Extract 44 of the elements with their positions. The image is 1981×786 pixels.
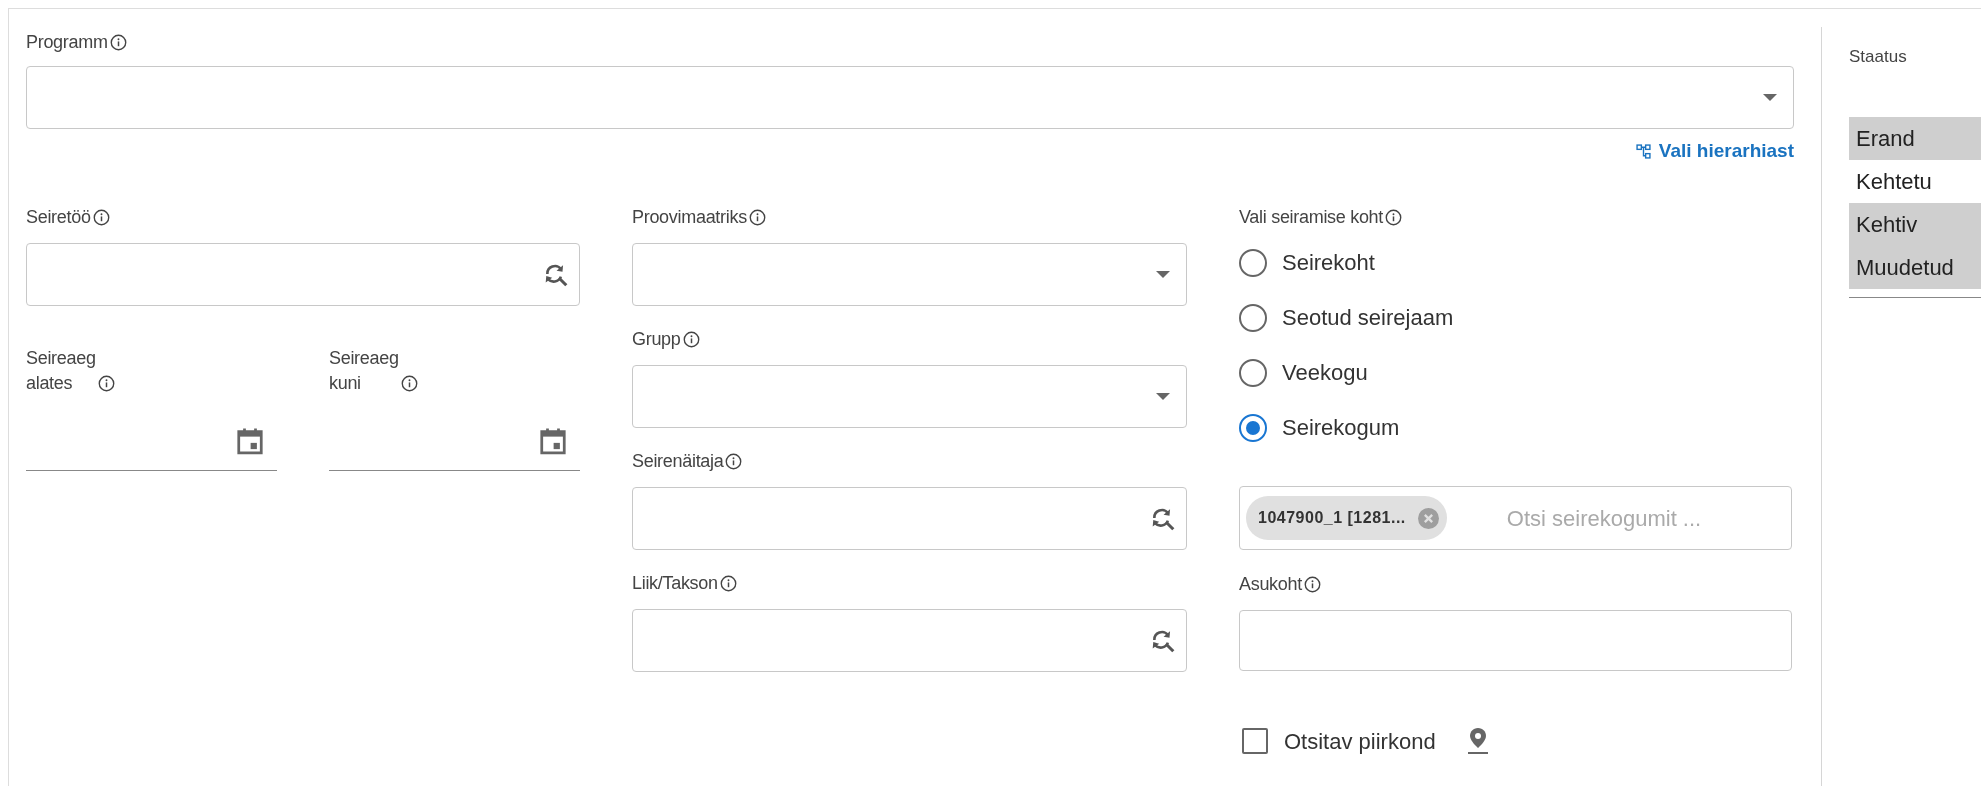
field-label: Programm: [26, 30, 108, 54]
info-icon[interactable]: [97, 375, 115, 392]
radio-option[interactable]: Seirekoht: [1239, 235, 1792, 290]
info-icon[interactable]: [400, 375, 418, 392]
field-label: Seiretöö: [26, 205, 91, 229]
field-label: Proovimaatriks: [632, 205, 747, 229]
location-field[interactable]: [1239, 610, 1792, 671]
field-label: Asukoht: [1239, 572, 1302, 596]
dropdown-caret-icon: [1156, 270, 1170, 279]
field-label: Seireaeg kuni: [329, 347, 399, 395]
field-label: Seirenäitaja: [632, 449, 724, 473]
lookup-field[interactable]: [26, 243, 580, 306]
lookup-field[interactable]: [632, 609, 1187, 672]
info-icon[interactable]: [748, 208, 766, 226]
info-icon[interactable]: [92, 208, 110, 226]
hierarchy-link[interactable]: Vali hierarhiast: [1635, 139, 1794, 163]
status-option[interactable]: Muudetud: [1849, 246, 1981, 289]
select-field[interactable]: [632, 365, 1187, 428]
field-label: Seireaeg alates: [26, 347, 96, 395]
field-label: Vali seiramise koht: [1239, 205, 1384, 229]
status-list[interactable]: Erand Kehtetu Kehtiv Muudetud: [1849, 117, 1981, 298]
radio-option[interactable]: Seotud seirejaam: [1239, 290, 1792, 345]
field-label: Grupp: [632, 327, 681, 351]
area-checkbox[interactable]: Otsitav piirkond: [1239, 724, 1436, 758]
dropdown-caret-icon: [1156, 392, 1170, 401]
status-option[interactable]: Erand: [1849, 117, 1981, 160]
hierarchy-icon: [1635, 143, 1651, 159]
select-field[interactable]: [632, 243, 1187, 306]
field-label: Liik/Takson: [632, 571, 718, 595]
selected-chip[interactable]: 1047900_1 [1281...: [1246, 496, 1447, 540]
map-pin-icon[interactable]: [1465, 727, 1490, 755]
info-icon[interactable]: [719, 574, 737, 592]
radio-option[interactable]: Seirekogum: [1239, 400, 1792, 455]
lookup-field[interactable]: [632, 487, 1187, 550]
info-icon[interactable]: [109, 33, 127, 51]
info-icon[interactable]: [682, 330, 700, 348]
info-icon[interactable]: [1385, 208, 1403, 226]
status-label: Staatus: [1849, 46, 1908, 68]
multi-select-field[interactable]: 1047900_1 [1281... Otsi seirekogumit ...: [1239, 486, 1792, 550]
radio-option[interactable]: Veekogu: [1239, 345, 1792, 400]
info-icon[interactable]: [1303, 575, 1321, 593]
status-option[interactable]: Kehtiv: [1849, 203, 1981, 246]
dropdown-caret-icon: [1763, 93, 1777, 102]
info-icon[interactable]: [725, 452, 743, 470]
